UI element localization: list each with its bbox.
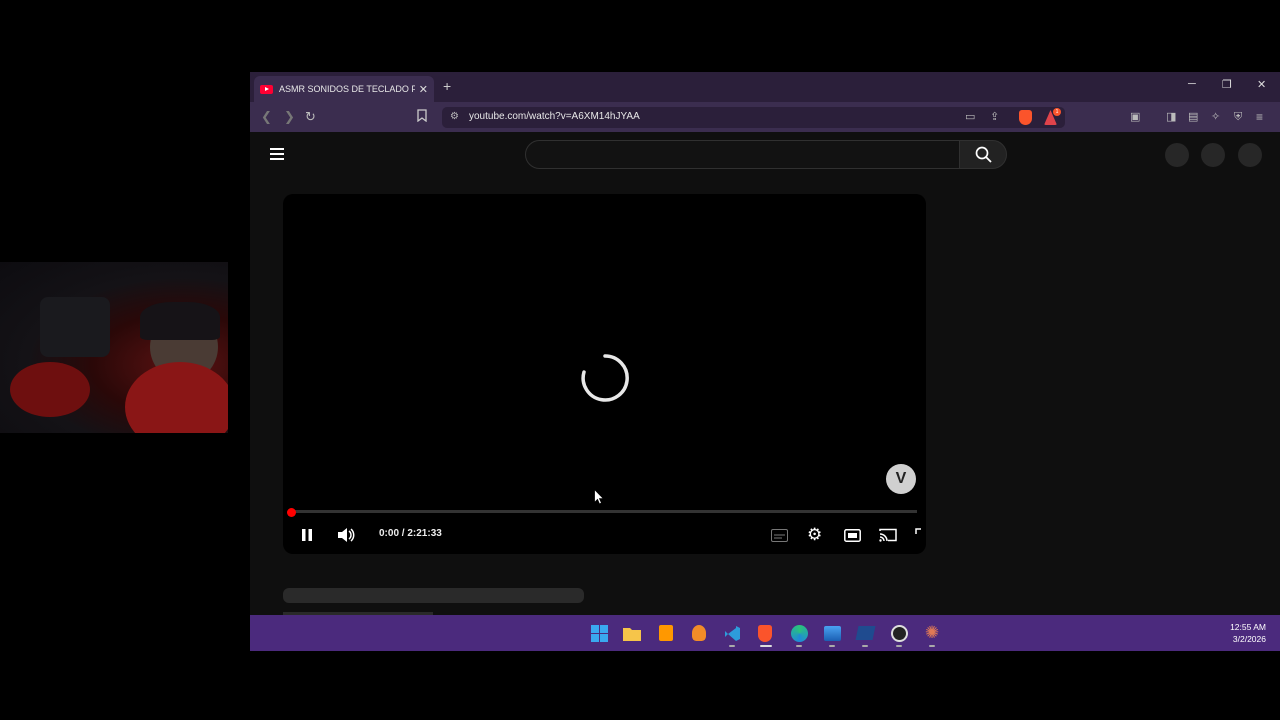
vscode-icon (724, 625, 740, 641)
vscode-button[interactable] (723, 624, 741, 642)
powershell-button[interactable] (855, 624, 875, 642)
placeholder-avatar[interactable] (1238, 143, 1262, 167)
obs-icon (890, 624, 908, 642)
bookmark-icon[interactable] (417, 109, 427, 126)
subtitles-button[interactable] (771, 525, 788, 545)
edge-running-indicator (796, 645, 802, 647)
browser-window: ASMR SONIDOS DE TECLADO PARA DORMIR ✕ + … (250, 72, 1280, 615)
youtube-favicon-icon (260, 84, 273, 94)
watermark-letter: V (895, 470, 907, 487)
claude-button[interactable]: ✺ (923, 623, 941, 642)
pause-button[interactable] (300, 525, 314, 545)
clock-time: 12:55 AM (1230, 622, 1266, 632)
mouse-cursor-icon (594, 489, 604, 505)
cast-icon (879, 528, 897, 542)
brave-active-indicator (760, 645, 772, 647)
fullscreen-button[interactable] (915, 525, 925, 545)
forward-icon[interactable]: ❯ (284, 109, 295, 125)
wallet-icon[interactable]: ▤ (1188, 109, 1198, 125)
photos-running-indicator (829, 645, 835, 647)
photos-icon (823, 625, 841, 641)
obs-running-indicator (896, 645, 902, 647)
gear-icon: ⚙ (807, 525, 823, 544)
file-explorer-button[interactable] (623, 624, 641, 642)
install-app-icon[interactable]: ▭ (965, 109, 975, 125)
progress-bar[interactable] (292, 510, 917, 513)
back-icon[interactable]: ❮ (261, 109, 272, 125)
reading-list-icon[interactable]: ▣ (1130, 109, 1140, 125)
brave-icon (758, 624, 772, 642)
loading-spinner-icon (581, 354, 629, 402)
title-bar: ASMR SONIDOS DE TECLADO PARA DORMIR ✕ + … (250, 72, 1280, 102)
placeholder-notifications-icon[interactable] (1201, 143, 1225, 167)
tab-title: ASMR SONIDOS DE TECLADO PARA DORMIR (279, 84, 415, 94)
edge-icon (790, 624, 808, 642)
fl-studio-button[interactable] (690, 624, 708, 642)
theater-icon (844, 528, 861, 542)
windows-taskbar: ✺ 12:55 AM 3/2/2026 (250, 615, 1280, 651)
start-button[interactable] (590, 624, 608, 642)
system-clock[interactable]: 12:55 AM 3/2/2026 (1230, 621, 1266, 645)
search-icon (975, 146, 992, 163)
claude-running-indicator (929, 645, 935, 647)
placeholder-create-icon[interactable] (1165, 143, 1189, 167)
sublime-icon (659, 625, 673, 641)
menu-icon[interactable]: ≡ (1256, 109, 1263, 125)
volume-button[interactable] (337, 525, 355, 545)
channel-watermark-logo[interactable]: V (886, 464, 916, 494)
vpn-icon[interactable]: ⛨ (1234, 109, 1242, 125)
sublime-text-button[interactable] (657, 624, 675, 642)
powershell-running-indicator (862, 645, 868, 647)
edge-button[interactable] (790, 624, 808, 642)
search-input[interactable] (525, 140, 960, 169)
webcam-overlay (0, 262, 228, 433)
vscode-running-indicator (729, 645, 735, 647)
cast-button[interactable] (879, 525, 897, 545)
tab-close-icon[interactable]: ✕ (419, 83, 428, 96)
fullscreen-icon (915, 528, 921, 534)
rewards-badge: 1 (1053, 108, 1061, 116)
share-icon[interactable]: ⇪ (990, 109, 999, 125)
photos-button[interactable] (823, 624, 841, 642)
search-button[interactable] (959, 140, 1007, 169)
windows-logo-icon (590, 624, 608, 642)
clock-date: 3/2/2026 (1232, 634, 1266, 644)
browser-toolbar: ❮ ❯ ↻ ⚙ youtube.com/watch?v=A6XM14hJYAA … (250, 102, 1280, 132)
time-display: 0:00 / 2:21:33 (379, 528, 442, 539)
url-text: youtube.com/watch?v=A6XM14hJYAA (469, 111, 640, 122)
obs-button[interactable] (890, 624, 908, 642)
brave-taskbar-button[interactable] (756, 624, 774, 642)
hamburger-menu-icon[interactable] (270, 148, 284, 163)
scrubber-handle[interactable] (287, 508, 296, 517)
brave-shields-icon[interactable] (1019, 110, 1032, 125)
fl-studio-icon (692, 625, 706, 641)
video-player[interactable]: V 0:00 / 2:21:33 ⚙ (283, 194, 926, 554)
pause-icon (302, 529, 312, 541)
subtitles-icon (771, 528, 788, 542)
active-tab[interactable]: ASMR SONIDOS DE TECLADO PARA DORMIR ✕ (254, 76, 434, 102)
theater-mode-button[interactable] (844, 525, 861, 545)
site-info-icon[interactable]: ⚙ (450, 111, 459, 122)
restore-button[interactable]: ❐ (1222, 78, 1232, 91)
close-window-button[interactable]: ✕ (1257, 78, 1266, 91)
minimize-button[interactable]: ─ (1188, 78, 1196, 90)
title-placeholder (283, 588, 584, 603)
youtube-page: V 0:00 / 2:21:33 ⚙ (250, 132, 1280, 615)
settings-button[interactable]: ⚙ (807, 525, 822, 545)
new-tab-button[interactable]: + (443, 78, 451, 94)
address-bar[interactable]: ⚙ youtube.com/watch?v=A6XM14hJYAA ▭ ⇪ 1 (442, 107, 1065, 128)
sidebar-icon[interactable]: ◨ (1166, 109, 1176, 125)
leo-ai-icon[interactable]: ✧ (1211, 109, 1220, 125)
powershell-icon (855, 626, 875, 640)
folder-icon (623, 627, 641, 641)
reload-icon[interactable]: ↻ (305, 109, 316, 125)
claude-icon: ✺ (924, 623, 940, 642)
volume-icon (338, 528, 355, 542)
